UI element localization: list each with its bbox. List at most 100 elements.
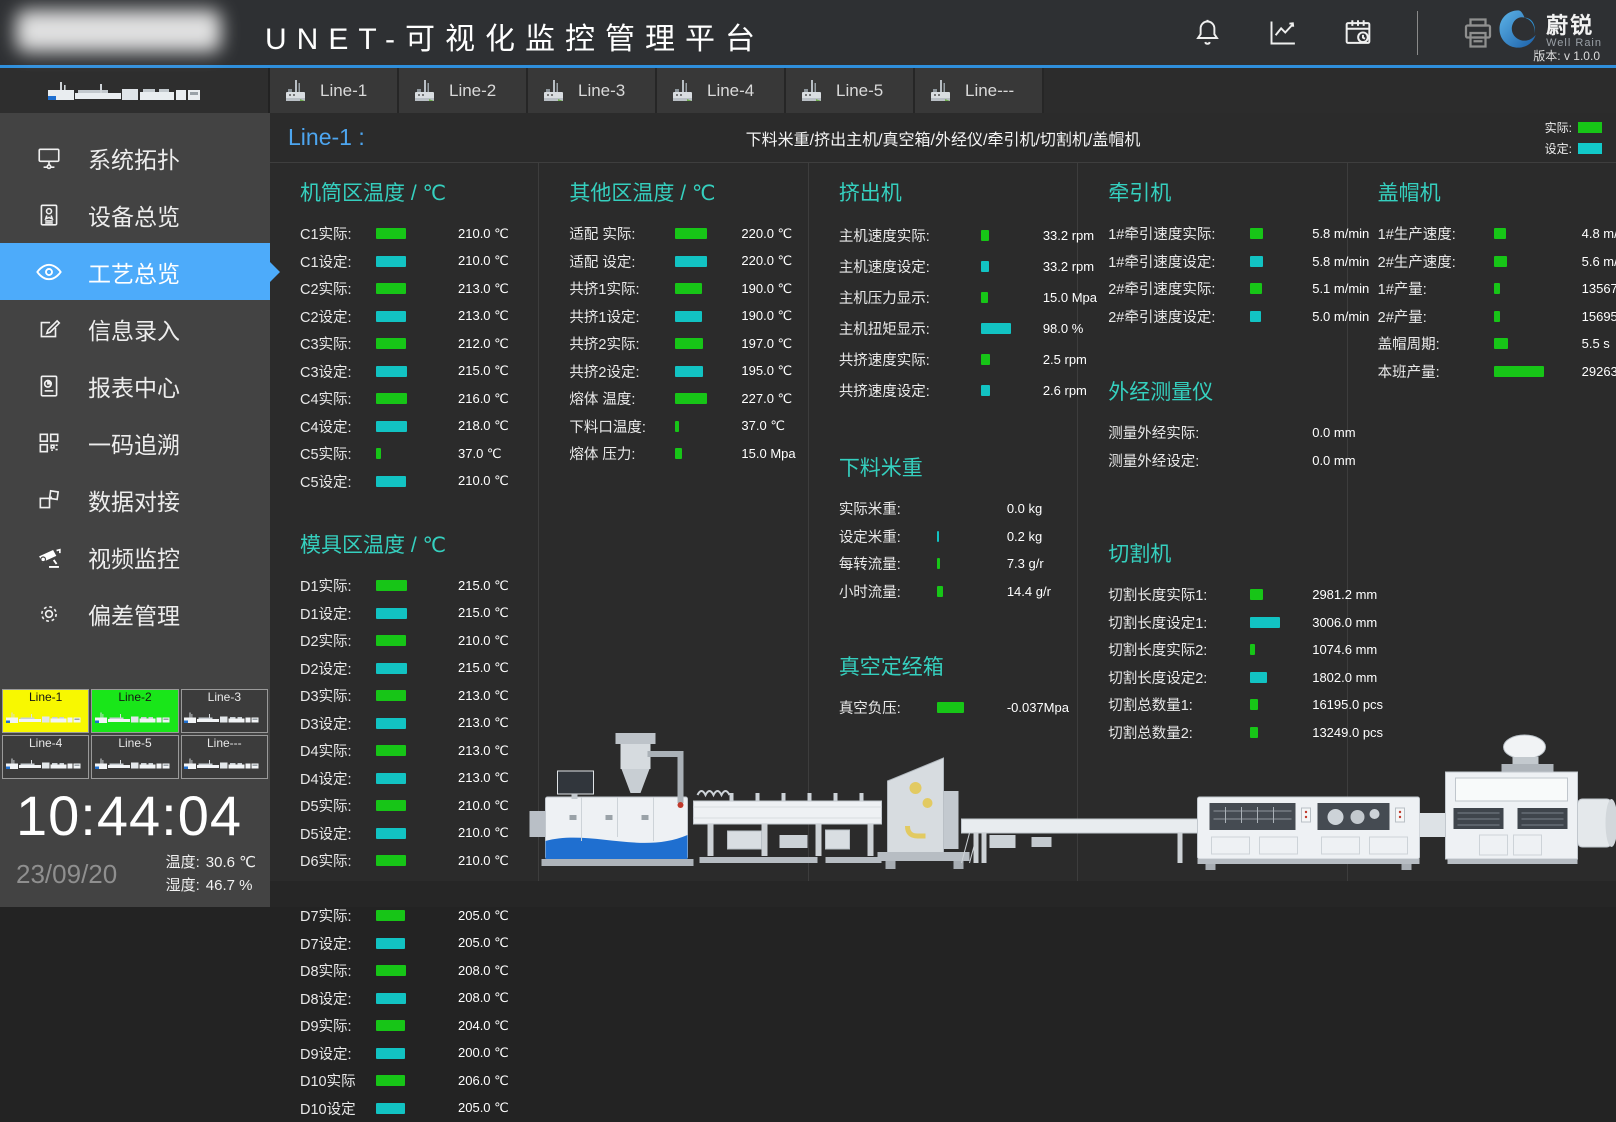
metric-bar-zone xyxy=(376,283,458,294)
metric-label: C4设定: xyxy=(300,416,376,437)
sidebar-item-系统拓扑[interactable]: 系统拓扑 xyxy=(0,129,270,186)
metric-value: 204.0 ℃ xyxy=(458,1018,538,1034)
thumbnail-line-5[interactable]: Line-5 xyxy=(91,735,178,779)
value-bar xyxy=(376,938,405,949)
value-bar xyxy=(937,586,943,597)
metric-row: 1#生产速度:4.8 m/min xyxy=(1378,220,1616,248)
value-bar xyxy=(675,366,703,377)
qrcode-trace-icon xyxy=(36,430,62,456)
metric-label: D1实际: xyxy=(300,575,376,596)
metric-label: 共挤1设定: xyxy=(569,306,675,327)
metric-label: C2实际: xyxy=(300,278,376,299)
value-bar xyxy=(937,531,939,542)
metric-value: 195.0 ℃ xyxy=(741,363,807,379)
value-bar xyxy=(675,311,702,322)
metric-row: 2#牵引速度设定:5.0 m/min xyxy=(1108,303,1346,331)
metric-value: 216.0 ℃ xyxy=(458,391,538,407)
metric-value: 227.0 ℃ xyxy=(741,391,807,407)
metric-bar-zone xyxy=(376,828,458,839)
thumbnail-line---[interactable]: Line--- xyxy=(181,735,268,779)
value-bar xyxy=(376,828,406,839)
line-machine-icon xyxy=(798,77,826,105)
thumbnail-line-2[interactable]: Line-2 xyxy=(91,689,178,733)
metric-bar-zone xyxy=(1250,589,1312,600)
metric-label: D2实际: xyxy=(300,630,376,651)
bell-icon[interactable] xyxy=(1191,16,1224,49)
metric-row: D3实际:213.0 ℃ xyxy=(300,682,538,710)
metric-bar-zone xyxy=(376,938,458,949)
tab-line---[interactable]: Line--- xyxy=(915,68,1044,113)
value-bar xyxy=(981,323,1011,334)
metric-bar-zone xyxy=(981,385,1043,396)
temperature-label: 温度: xyxy=(166,854,200,871)
metric-value: 213.0 ℃ xyxy=(458,715,538,731)
value-bar xyxy=(1250,617,1280,628)
metric-label: 1#牵引速度设定: xyxy=(1108,251,1250,272)
section-title: 盖帽机 xyxy=(1378,177,1616,207)
metric-row: 共挤1实际:190.0 ℃ xyxy=(569,275,807,303)
metric-label: 每转流量: xyxy=(839,553,937,574)
value-bar xyxy=(981,385,990,396)
trend-icon[interactable] xyxy=(1266,16,1299,49)
thumbnail-line-3[interactable]: Line-3 xyxy=(181,689,268,733)
metric-value: 213.0 ℃ xyxy=(458,688,538,704)
section-title: 外经测量仪 xyxy=(1108,376,1346,406)
metric-label: C4实际: xyxy=(300,388,376,409)
value-bar xyxy=(675,228,707,239)
metric-row: 小时流量:14.4 g/r xyxy=(839,578,1077,606)
legend-row: 实际: xyxy=(1545,119,1602,136)
metric-column-3: 挤出机主机速度实际:33.2 rpm主机速度设定:33.2 rpm主机压力显示:… xyxy=(809,163,1078,907)
mini-line-icon xyxy=(183,705,265,731)
humidity-label: 湿度: xyxy=(166,877,200,894)
metric-row: 熔体 温度:227.0 ℃ xyxy=(569,385,807,413)
sidebar-item-视频监控[interactable]: 视频监控 xyxy=(0,528,270,585)
metric-bar-zone xyxy=(981,354,1043,365)
sidebar-item-设备总览[interactable]: 设备总览 xyxy=(0,186,270,243)
sidebar-item-一码追溯[interactable]: 一码追溯 xyxy=(0,414,270,471)
metric-label: D10实际 xyxy=(300,1070,376,1091)
metric-bar-zone xyxy=(1250,644,1312,655)
tab-line-2[interactable]: Line-2 xyxy=(399,68,528,113)
report-center-icon xyxy=(36,373,62,399)
metric-row: D2实际:210.0 ℃ xyxy=(300,627,538,655)
legend-row: 设定: xyxy=(1545,140,1602,157)
sidebar-item-数据对接[interactable]: 数据对接 xyxy=(0,471,270,528)
printer-icon[interactable] xyxy=(1460,15,1496,51)
sidebar-item-信息录入[interactable]: 信息录入 xyxy=(0,300,270,357)
tab-line-4[interactable]: Line-4 xyxy=(657,68,786,113)
thumbnail-line-1[interactable]: Line-1 xyxy=(2,689,89,733)
clock-date: 23/09/20 xyxy=(16,859,117,890)
value-bar xyxy=(675,283,702,294)
metric-label: 主机扭矩显示: xyxy=(839,318,981,339)
metric-bar-zone xyxy=(1250,283,1312,294)
value-bar xyxy=(376,800,406,811)
clock-time: 10:44:04 xyxy=(16,785,256,847)
metric-value: 213.0 ℃ xyxy=(458,281,538,297)
line-overview-thumbnail[interactable] xyxy=(0,68,270,113)
metric-label: 1#牵引速度实际: xyxy=(1108,223,1250,244)
sidebar-item-偏差管理[interactable]: 偏差管理 xyxy=(0,585,270,642)
calendar-icon[interactable] xyxy=(1341,16,1375,50)
tab-line-5[interactable]: Line-5 xyxy=(786,68,915,113)
metric-bar-zone xyxy=(376,718,458,729)
metric-row: D1设定:215.0 ℃ xyxy=(300,600,538,628)
metric-value: 7.3 g/r xyxy=(1007,556,1077,571)
thumbnail-line-4[interactable]: Line-4 xyxy=(2,735,89,779)
metric-bar-zone xyxy=(376,1020,458,1031)
top-bar: UNET-可视化监控管理平台 xyxy=(0,0,1616,68)
metric-row: C5实际:37.0 ℃ xyxy=(300,440,538,468)
metric-bar-zone xyxy=(376,448,458,459)
value-bar xyxy=(376,910,405,921)
metric-row: 切割长度实际1:2981.2 mm xyxy=(1108,581,1346,609)
tab-line-1[interactable]: Line-1 xyxy=(270,68,399,113)
metric-label: 熔体 压力: xyxy=(569,443,675,464)
metric-row: 适配 设定:220.0 ℃ xyxy=(569,248,807,276)
value-bar xyxy=(1250,283,1262,294)
sidebar-item-报表中心[interactable]: 报表中心 xyxy=(0,357,270,414)
metric-row: 切割总数量1:16195.0 pcs xyxy=(1108,691,1346,719)
metric-bar-zone xyxy=(376,1075,458,1086)
metric-row: 切割长度实际2:1074.6 mm xyxy=(1108,636,1346,664)
metric-bar-zone xyxy=(376,608,458,619)
tab-line-3[interactable]: Line-3 xyxy=(528,68,657,113)
sidebar-item-工艺总览[interactable]: 工艺总览 xyxy=(0,243,270,300)
